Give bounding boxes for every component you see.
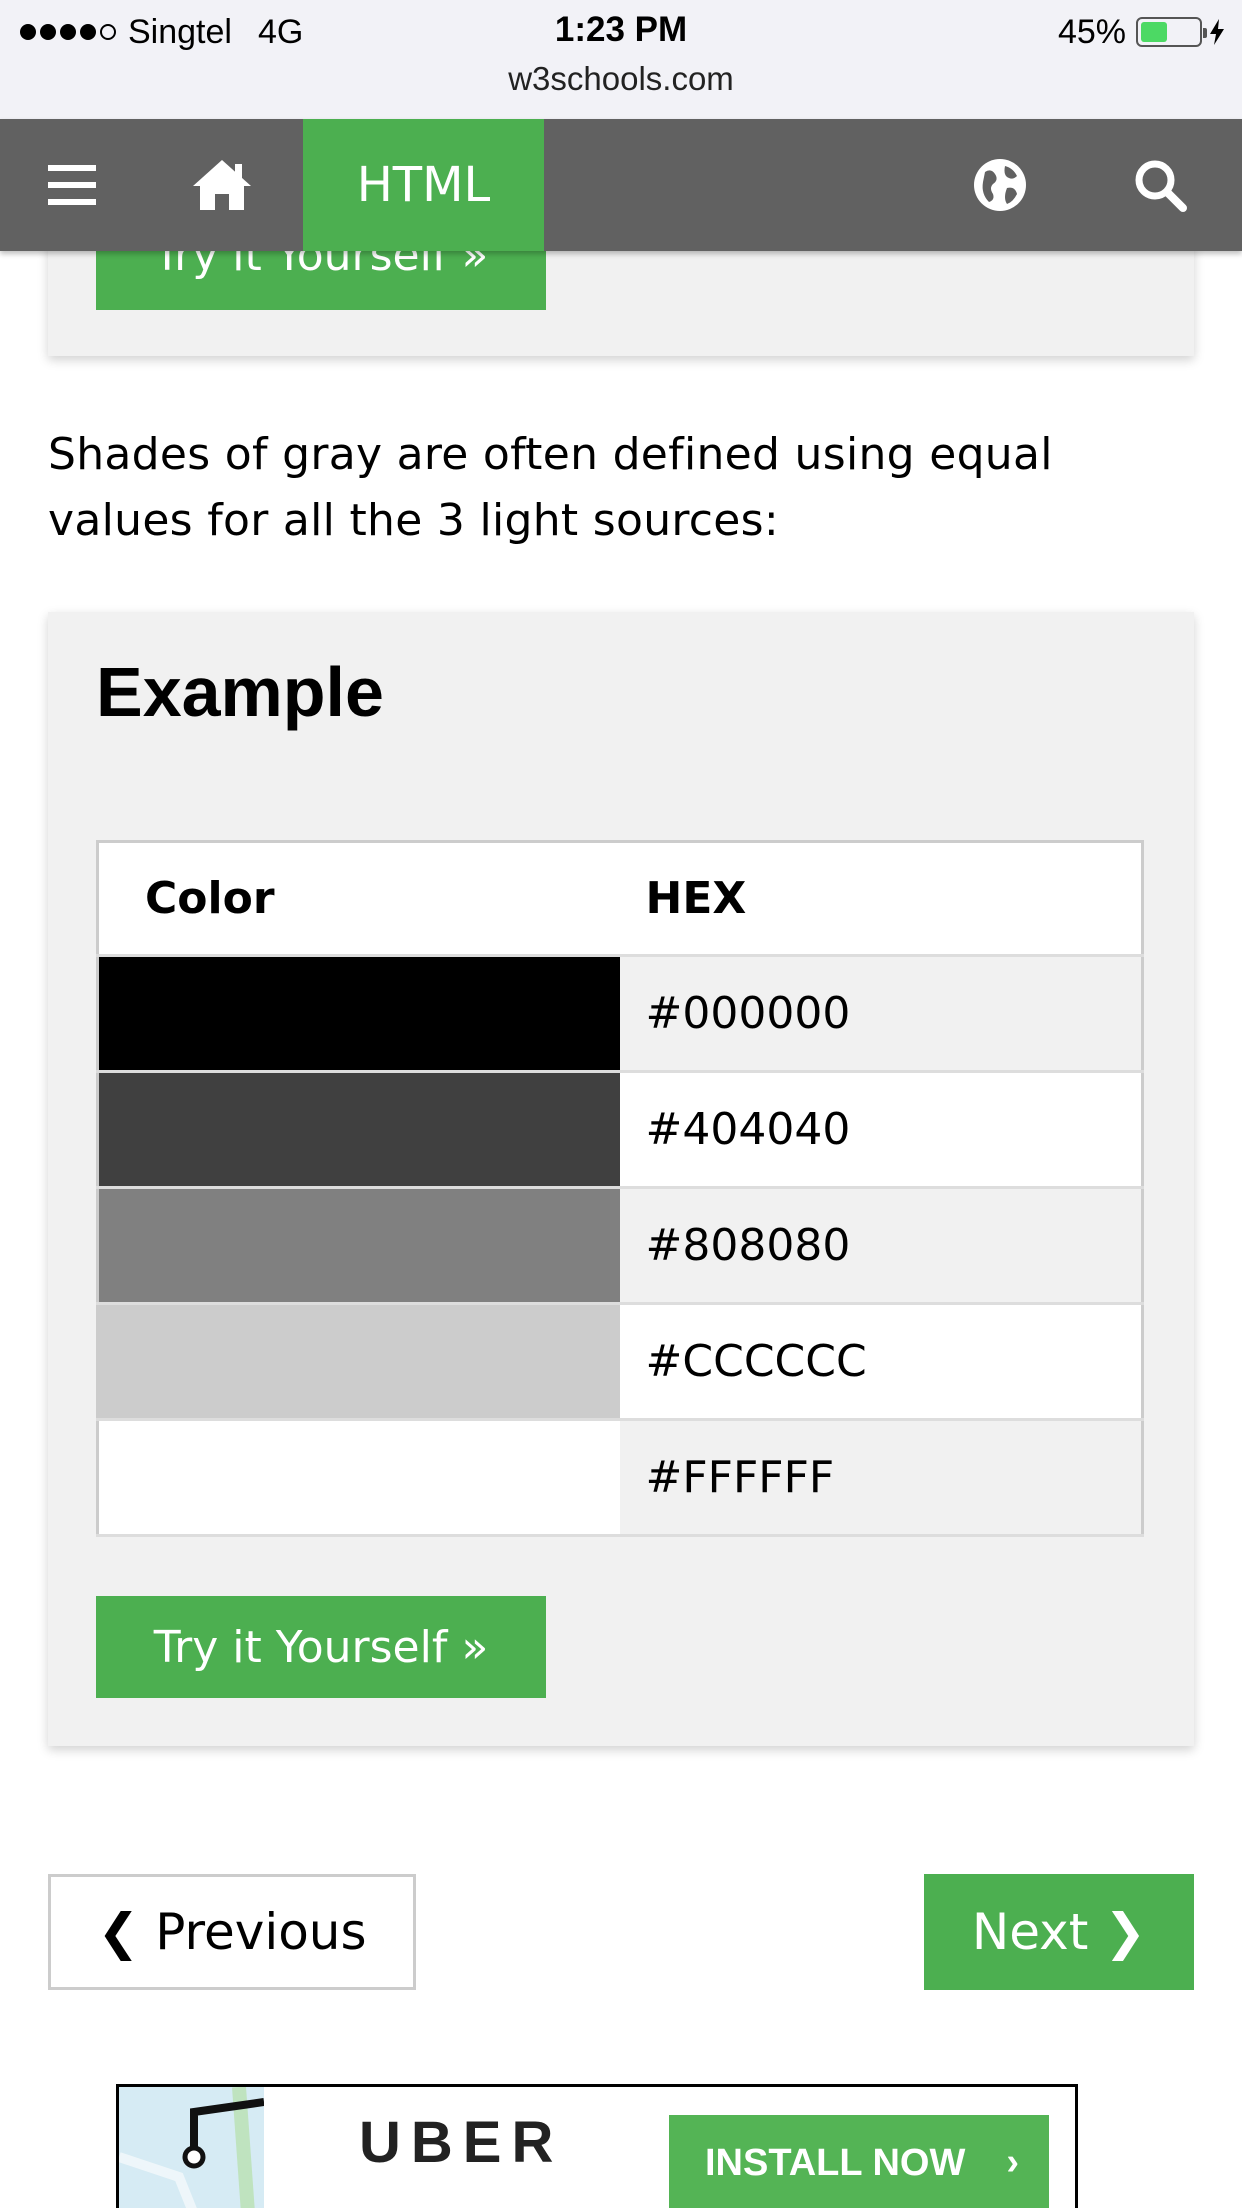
table-row: #FFFFFF [97, 1419, 1143, 1537]
top-navbar: HTML [0, 119, 1242, 251]
search-icon [1135, 160, 1187, 212]
battery-percent: 45% [1057, 12, 1126, 51]
chevron-right-icon: › [1006, 2141, 1019, 2183]
home-button[interactable] [170, 119, 274, 251]
table-row: #CCCCCC [97, 1303, 1143, 1421]
gray-shades-table: Color HEX #000000 #404040 #808080 #CCCCC… [96, 840, 1144, 1537]
translate-button[interactable] [950, 119, 1050, 251]
install-now-label: INSTALL NOW [705, 2141, 966, 2184]
hex-value: #404040 [619, 1071, 1143, 1189]
globe-icon [974, 159, 1026, 211]
address-bar[interactable]: w3schools.com [0, 60, 1242, 98]
clock: 1:23 PM [554, 10, 688, 49]
color-swatch [97, 1187, 620, 1305]
status-bar: Singtel 4G 1:23 PM w3schools.com 45% [0, 0, 1242, 119]
hex-value: #808080 [619, 1187, 1143, 1305]
previous-button[interactable]: ❮ Previous [48, 1874, 416, 1990]
menu-button[interactable] [20, 119, 124, 251]
table-row: #000000 [97, 955, 1143, 1073]
column-header-hex: HEX [619, 841, 1143, 957]
hex-value: #FFFFFF [619, 1419, 1143, 1537]
charging-icon [1210, 19, 1224, 45]
battery-icon [1136, 17, 1207, 47]
table-header-row: Color HEX [97, 841, 1143, 957]
color-swatch [97, 1303, 620, 1421]
ad-brand-logo: UBER [359, 2110, 564, 2175]
try-it-yourself-button[interactable]: Try it Yourself » [96, 1596, 546, 1698]
nav-html-tab[interactable]: HTML [303, 119, 544, 251]
uber-ad-banner[interactable]: UBER INSTALL NOW › [116, 2084, 1078, 2208]
table-row: #808080 [97, 1187, 1143, 1305]
table-row: #404040 [97, 1071, 1143, 1189]
home-icon [193, 160, 251, 210]
next-button[interactable]: Next ❯ [924, 1874, 1194, 1990]
example-card: Example Color HEX #000000 #404040 #80808… [48, 612, 1194, 1746]
map-image [119, 2087, 265, 2208]
color-swatch [97, 1071, 620, 1189]
install-now-button[interactable]: INSTALL NOW › [669, 2115, 1049, 2208]
search-button[interactable] [1110, 119, 1210, 251]
column-header-color: Color [97, 841, 620, 957]
battery-status: 45% [1058, 12, 1224, 52]
color-swatch [97, 955, 620, 1073]
hex-value: #000000 [619, 955, 1143, 1073]
color-swatch [97, 1419, 620, 1537]
hex-value: #CCCCCC [619, 1303, 1143, 1421]
body-paragraph: Shades of gray are often defined using e… [48, 429, 1053, 546]
example-heading: Example [96, 653, 384, 731]
menu-icon [48, 165, 96, 205]
